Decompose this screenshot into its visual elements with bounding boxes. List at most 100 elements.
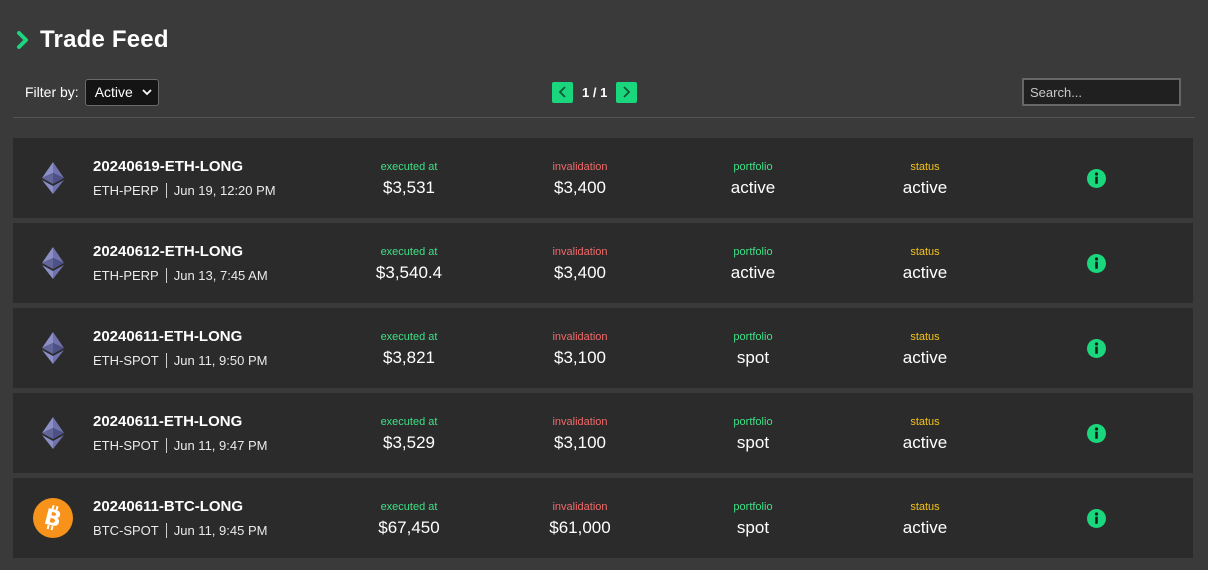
status-label: status bbox=[910, 161, 940, 173]
trade-time: Jun 11, 9:47 PM bbox=[173, 438, 268, 453]
bitcoin-icon: B bbox=[33, 498, 73, 538]
search-input[interactable] bbox=[1022, 78, 1181, 106]
trade-row[interactable]: B 20240611-BTC-LONG BTC-SPOT Jun 11, 9:4… bbox=[13, 478, 1193, 558]
trade-id: 20240612-ETH-LONG bbox=[93, 243, 244, 260]
portfolio-column: portfolio spot bbox=[673, 330, 833, 368]
executed-column: executed at $3,529 bbox=[329, 415, 489, 453]
trade-id: 20240611-ETH-LONG bbox=[93, 328, 243, 345]
portfolio-label: portfolio bbox=[733, 246, 773, 258]
separator bbox=[165, 268, 167, 283]
chevron-right-icon bbox=[17, 31, 28, 49]
toolbar: Filter by: Active 1 / 1 bbox=[13, 78, 1195, 106]
trade-meta: BTC-SPOT Jun 11, 9:45 PM bbox=[93, 523, 267, 538]
executed-label: executed at bbox=[380, 246, 438, 258]
executed-label: executed at bbox=[380, 416, 438, 428]
invalidation-column: invalidation $3,400 bbox=[500, 245, 660, 283]
trade-instrument: ETH-SPOT bbox=[93, 438, 159, 453]
trade-list: 20240619-ETH-LONG ETH-PERP Jun 19, 12:20… bbox=[13, 138, 1193, 563]
portfolio-value: active bbox=[730, 263, 776, 282]
info-icon[interactable] bbox=[1087, 254, 1106, 273]
invalidation-value: $3,100 bbox=[554, 433, 606, 452]
separator bbox=[165, 183, 167, 198]
prev-page-button[interactable] bbox=[552, 81, 573, 103]
divider bbox=[13, 117, 1195, 118]
trade-row[interactable]: 20240611-ETH-LONG ETH-SPOT Jun 11, 9:47 … bbox=[13, 393, 1193, 473]
status-column: status active bbox=[845, 245, 1005, 283]
coin-icon bbox=[33, 158, 73, 198]
chevron-right-icon bbox=[623, 86, 631, 98]
invalidation-column: invalidation $61,000 bbox=[500, 500, 660, 538]
trade-instrument: ETH-PERP bbox=[93, 183, 159, 198]
invalidation-value: $3,400 bbox=[554, 178, 606, 197]
trade-meta: ETH-SPOT Jun 11, 9:47 PM bbox=[93, 438, 267, 453]
invalidation-label: invalidation bbox=[552, 246, 608, 258]
executed-column: executed at $67,450 bbox=[329, 500, 489, 538]
coin-icon: B bbox=[33, 498, 73, 538]
invalidation-column: invalidation $3,100 bbox=[500, 415, 660, 453]
status-label: status bbox=[910, 331, 940, 343]
status-column: status active bbox=[845, 160, 1005, 198]
page-indicator: 1 / 1 bbox=[582, 84, 608, 100]
status-value: active bbox=[902, 178, 948, 197]
trade-instrument: BTC-SPOT bbox=[93, 523, 159, 538]
trade-id: 20240619-ETH-LONG bbox=[93, 158, 244, 175]
invalidation-value: $3,400 bbox=[554, 263, 606, 282]
info-icon[interactable] bbox=[1087, 339, 1106, 358]
trade-instrument: ETH-SPOT bbox=[93, 353, 159, 368]
status-value: active bbox=[902, 348, 948, 367]
coin-icon bbox=[33, 328, 73, 368]
executed-label: executed at bbox=[380, 161, 438, 173]
trade-row[interactable]: 20240612-ETH-LONG ETH-PERP Jun 13, 7:45 … bbox=[13, 223, 1193, 303]
info-icon[interactable] bbox=[1087, 424, 1106, 443]
executed-value: $3,540.4 bbox=[375, 263, 443, 282]
status-value: active bbox=[902, 263, 948, 282]
info-icon[interactable] bbox=[1087, 509, 1106, 528]
info-icon[interactable] bbox=[1087, 169, 1106, 188]
trade-time: Jun 11, 9:50 PM bbox=[173, 353, 268, 368]
coin-icon bbox=[33, 413, 73, 453]
separator bbox=[165, 438, 167, 453]
trade-meta: ETH-PERP Jun 19, 12:20 PM bbox=[93, 183, 276, 198]
portfolio-value: spot bbox=[736, 433, 770, 452]
status-value: active bbox=[902, 518, 948, 537]
filter-group: Filter by: Active bbox=[25, 78, 159, 106]
executed-label: executed at bbox=[380, 501, 438, 513]
executed-value: $3,531 bbox=[383, 178, 435, 197]
trade-meta: ETH-PERP Jun 13, 7:45 AM bbox=[93, 268, 268, 283]
portfolio-label: portfolio bbox=[733, 331, 773, 343]
invalidation-column: invalidation $3,400 bbox=[500, 160, 660, 198]
invalidation-value: $61,000 bbox=[549, 518, 611, 537]
status-value: active bbox=[902, 433, 948, 452]
separator bbox=[165, 353, 167, 368]
ethereum-icon bbox=[42, 162, 64, 194]
filter-selected-value: Active bbox=[94, 84, 133, 100]
executed-label: executed at bbox=[380, 331, 438, 343]
portfolio-column: portfolio active bbox=[673, 160, 833, 198]
status-column: status active bbox=[845, 330, 1005, 368]
executed-column: executed at $3,531 bbox=[329, 160, 489, 198]
page-header: Trade Feed bbox=[16, 26, 169, 54]
portfolio-column: portfolio active bbox=[673, 245, 833, 283]
chevron-left-icon bbox=[558, 86, 566, 98]
trade-row[interactable]: 20240611-ETH-LONG ETH-SPOT Jun 11, 9:50 … bbox=[13, 308, 1193, 388]
trade-id: 20240611-ETH-LONG bbox=[93, 413, 243, 430]
separator bbox=[165, 523, 167, 538]
trade-meta: ETH-SPOT Jun 11, 9:50 PM bbox=[93, 353, 267, 368]
portfolio-label: portfolio bbox=[733, 501, 773, 513]
portfolio-column: portfolio spot bbox=[673, 415, 833, 453]
ethereum-icon bbox=[42, 332, 64, 364]
next-page-button[interactable] bbox=[616, 81, 638, 103]
trade-time: Jun 13, 7:45 AM bbox=[173, 268, 268, 283]
portfolio-label: portfolio bbox=[733, 416, 773, 428]
status-column: status active bbox=[845, 415, 1005, 453]
invalidation-label: invalidation bbox=[552, 161, 608, 173]
invalidation-value: $3,100 bbox=[554, 348, 606, 367]
pagination: 1 / 1 bbox=[552, 81, 638, 103]
status-column: status active bbox=[845, 500, 1005, 538]
status-label: status bbox=[910, 416, 940, 428]
trade-id: 20240611-BTC-LONG bbox=[93, 498, 244, 515]
page-title: Trade Feed bbox=[40, 26, 169, 53]
trade-row[interactable]: 20240619-ETH-LONG ETH-PERP Jun 19, 12:20… bbox=[13, 138, 1193, 218]
invalidation-column: invalidation $3,100 bbox=[500, 330, 660, 368]
filter-select[interactable]: Active bbox=[84, 78, 159, 106]
